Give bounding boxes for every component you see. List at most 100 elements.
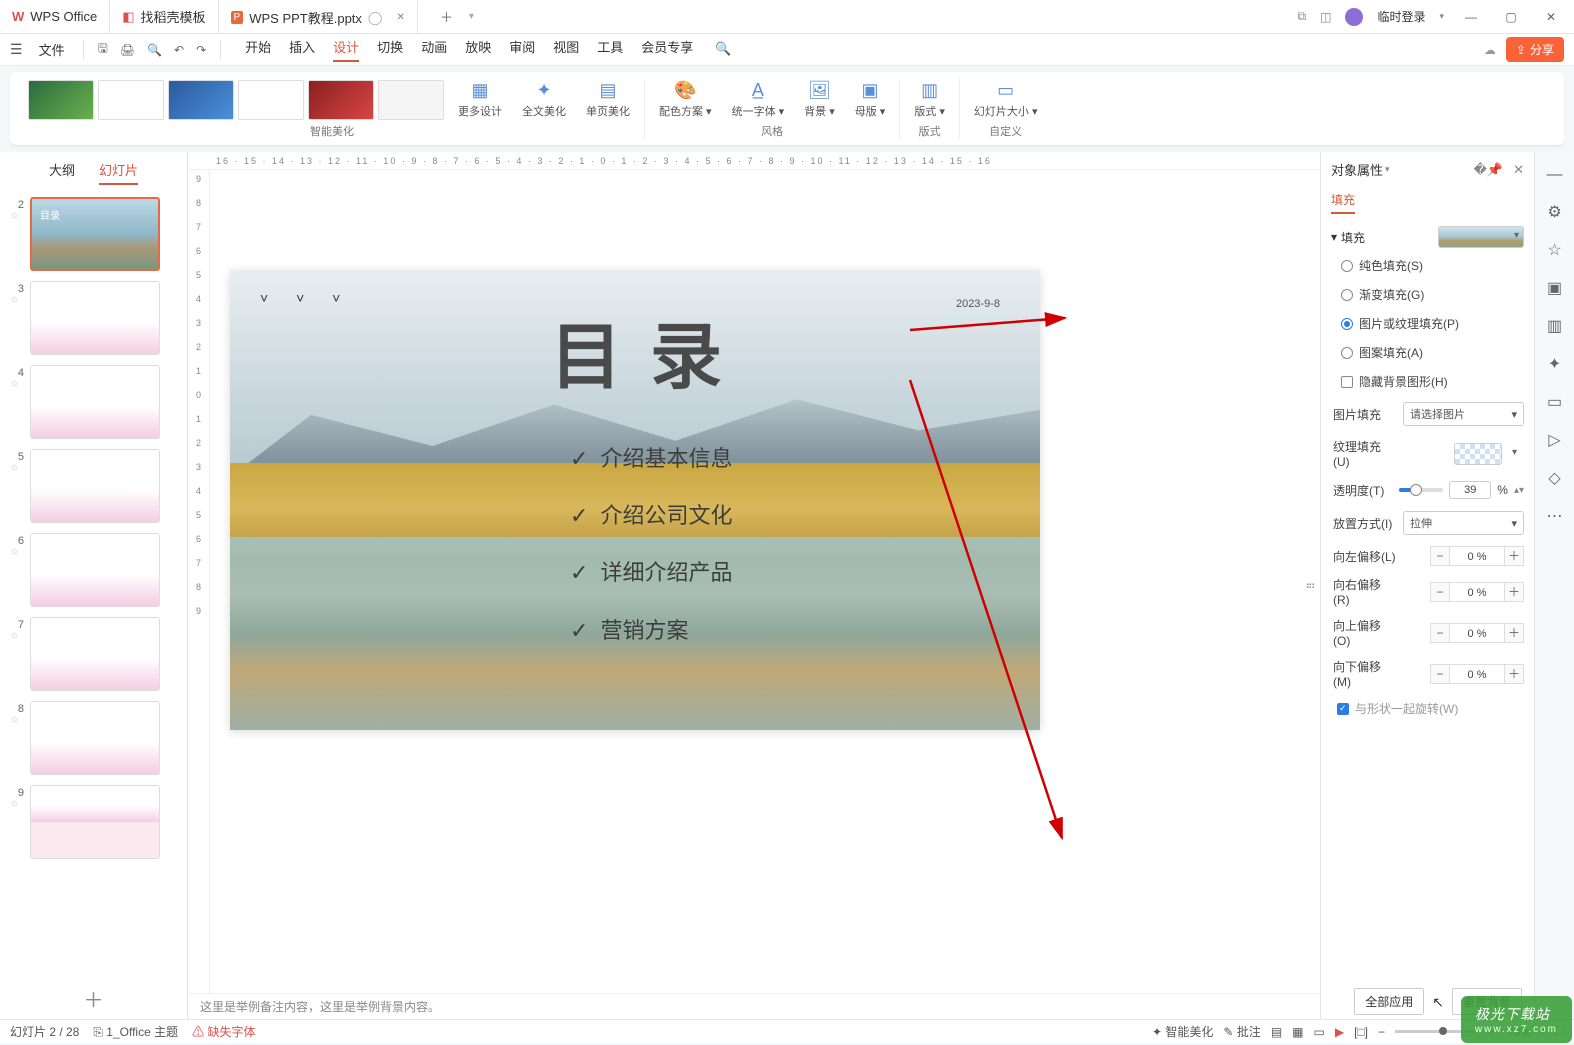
slide-thumb[interactable] [30, 365, 160, 439]
fill-pattern-radio[interactable]: 图案填充(A) [1331, 341, 1524, 364]
star-icon[interactable]: ☆ [10, 211, 24, 222]
fit-icon[interactable]: [□] [1354, 1025, 1368, 1039]
close-window-button[interactable]: ✕ [1538, 10, 1564, 24]
slide-toc[interactable]: 介绍基本信息 介绍公司文化 详细介绍产品 营销方案 [570, 430, 733, 659]
slide-thumb-row[interactable]: 6☆ [10, 533, 177, 607]
star-icon[interactable]: ☆ [10, 631, 24, 642]
more-design-button[interactable]: ▦更多设计 [452, 78, 508, 121]
pin-icon[interactable]: �📌 [1474, 162, 1504, 178]
design-templates[interactable] [28, 80, 444, 120]
tab-review[interactable]: 审阅 [509, 37, 535, 62]
slide[interactable]: ˅ ˅ ˅ 2023-9-8 目录 介绍基本信息 介绍公司文化 详细介绍产品 营… [230, 270, 1040, 730]
minimize-button[interactable]: — [1458, 10, 1484, 24]
templates-tab[interactable]: ◧ 找稻壳模板 [110, 0, 218, 33]
minus-button[interactable]: − [1430, 623, 1450, 643]
file-menu[interactable]: 文件 [31, 36, 73, 63]
slide-thumb[interactable] [30, 449, 160, 523]
color-scheme-button[interactable]: 🎨配色方案 ▾ [653, 78, 718, 121]
close-tab-icon[interactable]: ✕ [396, 12, 404, 23]
apply-all-button[interactable]: 全部应用 [1354, 988, 1424, 1015]
star-icon[interactable]: ☆ [10, 379, 24, 390]
new-tab-button[interactable]: ＋ ▾ [418, 0, 486, 33]
panel-icon[interactable]: ⧉ [1298, 9, 1307, 24]
tab-tools[interactable]: 工具 [597, 37, 623, 62]
hamburger-icon[interactable]: ☰ [10, 41, 23, 58]
play-icon[interactable]: ▷ [1548, 430, 1560, 450]
template-thumb[interactable] [168, 80, 234, 120]
missing-font-warning[interactable]: ⚠ 缺失字体 [192, 1023, 255, 1040]
tab-slideshow[interactable]: 放映 [465, 37, 491, 62]
fill-preview[interactable] [1438, 226, 1524, 248]
close-panel-icon[interactable]: ✕ [1513, 162, 1524, 178]
undo-icon[interactable]: ↶ [170, 39, 188, 61]
slide-thumb-row[interactable]: 8☆ [10, 701, 177, 775]
print-icon[interactable]: 🖨 [116, 39, 139, 61]
share-button[interactable]: ⇪分享 [1506, 37, 1564, 62]
clipboard-icon[interactable]: ▣ [1547, 278, 1562, 298]
avatar[interactable] [1345, 8, 1363, 26]
slide-thumb[interactable] [30, 533, 160, 607]
slide-thumb-row[interactable]: 9☆ [10, 785, 177, 859]
minus-button[interactable]: − [1430, 582, 1450, 602]
minimize-panel-icon[interactable]: — [1547, 166, 1563, 184]
thumbnails-list[interactable]: 2☆ 3☆ 4☆ 5☆ 6☆ 7☆ 8☆ 9☆ [0, 193, 187, 978]
minus-button[interactable]: − [1430, 664, 1450, 684]
view-slideshow-icon[interactable]: ▶ [1335, 1025, 1344, 1039]
book-icon[interactable]: ▭ [1547, 392, 1562, 412]
star-icon[interactable]: ☆ [10, 799, 24, 810]
star-icon[interactable]: ☆ [10, 547, 24, 558]
plus-button[interactable]: ＋ [1504, 582, 1524, 602]
opacity-slider[interactable] [1399, 488, 1443, 492]
unify-font-button[interactable]: A̲统一字体 ▾ [726, 78, 791, 121]
tab-design[interactable]: 设计 [333, 37, 359, 62]
notes-area[interactable]: 这里是举例备注内容，这里是举例背景内容。 [188, 993, 1320, 1019]
slide-thumb-row[interactable]: 4☆ [10, 365, 177, 439]
slide-size-button[interactable]: ▭幻灯片大小 ▾ [968, 78, 1044, 121]
background-button[interactable]: 🖼背景 ▾ [798, 78, 841, 121]
chart-icon[interactable]: ▥ [1547, 316, 1562, 336]
theme-indicator[interactable]: ⎘ 1_Office 主题 [93, 1023, 178, 1040]
slide-title[interactable]: 目录 [550, 298, 750, 403]
offset-r-stepper[interactable]: −0 %＋ [1430, 582, 1524, 602]
rotate-with-shape-checkbox[interactable]: 与形状一起旋转(W) [1331, 697, 1524, 720]
template-thumb[interactable] [28, 80, 94, 120]
view-normal-icon[interactable]: ▤ [1271, 1025, 1282, 1039]
view-sorter-icon[interactable]: ▦ [1292, 1025, 1303, 1039]
tab-member[interactable]: 会员专享 [641, 37, 693, 62]
diamond-icon[interactable]: ◇ [1548, 468, 1560, 488]
view-reading-icon[interactable]: ▭ [1314, 1025, 1325, 1039]
slide-thumb-row[interactable]: 7☆ [10, 617, 177, 691]
maximize-button[interactable]: ▢ [1498, 10, 1524, 24]
settings-icon[interactable]: ⚙ [1547, 202, 1561, 222]
slide-thumb-row[interactable]: 2☆ [10, 197, 177, 271]
canvas[interactable]: ˅ ˅ ˅ 2023-9-8 目录 介绍基本信息 介绍公司文化 详细介绍产品 营… [210, 170, 1320, 993]
login-label[interactable]: 临时登录 [1377, 8, 1425, 25]
picture-fill-select[interactable]: 请选择图片▾ [1403, 402, 1524, 426]
zoom-out-button[interactable]: − [1378, 1025, 1385, 1039]
chevron-down-icon[interactable]: ▾ [469, 11, 474, 22]
chevron-down-icon[interactable]: ▾ [1439, 11, 1444, 22]
save-icon[interactable]: 🖫 [94, 35, 112, 64]
splitter-handle[interactable]: ⠿ [1303, 582, 1314, 589]
tab-transition[interactable]: 切换 [377, 37, 403, 62]
chevron-down-icon[interactable]: ▾ [1385, 164, 1390, 175]
tab-start[interactable]: 开始 [245, 37, 271, 62]
opacity-input[interactable]: 39 [1449, 481, 1491, 499]
add-slide-button[interactable]: ＋ [0, 978, 187, 1019]
slide-thumb-row[interactable]: 3☆ [10, 281, 177, 355]
more-icon[interactable]: ⋯ [1547, 506, 1563, 526]
template-thumb[interactable] [98, 80, 164, 120]
slide-thumb[interactable] [30, 281, 160, 355]
slide-thumb[interactable] [30, 701, 160, 775]
fill-collapsible[interactable]: ▾ 填充 [1331, 226, 1524, 248]
tab-outline[interactable]: 大纲 [49, 160, 75, 185]
place-mode-select[interactable]: 拉伸▾ [1403, 511, 1524, 535]
cloud-icon[interactable]: ☁ [1484, 43, 1496, 57]
star-icon[interactable]: ☆ [10, 295, 24, 306]
plus-button[interactable]: ＋ [1504, 664, 1524, 684]
master-button[interactable]: ▣母版 ▾ [849, 78, 892, 121]
template-thumb[interactable] [378, 80, 444, 120]
fill-gradient-radio[interactable]: 渐变填充(G) [1331, 283, 1524, 306]
plus-button[interactable]: ＋ [1504, 546, 1524, 566]
minus-button[interactable]: − [1430, 546, 1450, 566]
